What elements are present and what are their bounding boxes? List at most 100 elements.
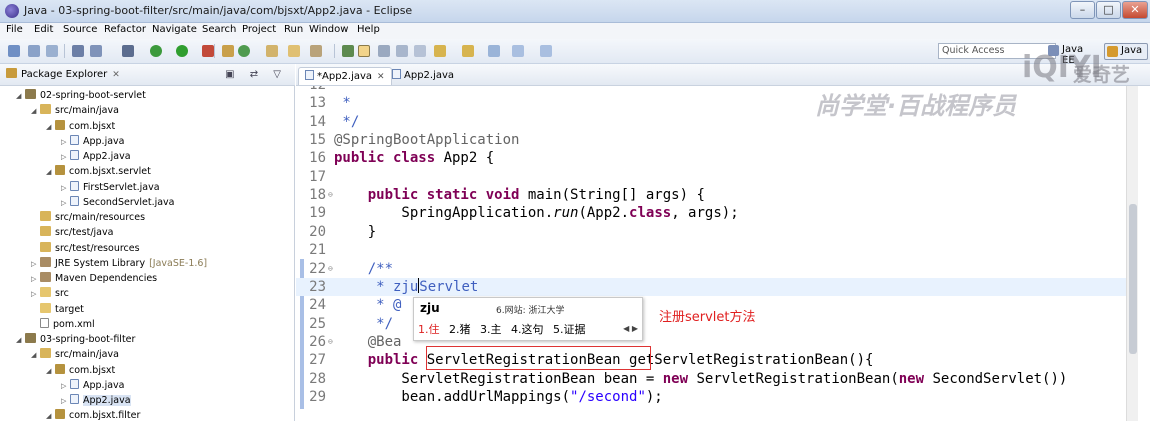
menu-window[interactable]: Window <box>309 24 348 35</box>
minimize-button[interactable]: – <box>1070 1 1095 19</box>
expanded-arrow-icon[interactable]: ◢ <box>16 333 25 348</box>
menu-project[interactable]: Project <box>242 24 276 35</box>
open-type-icon[interactable] <box>266 45 278 57</box>
ime-page-arrows-icon[interactable]: ◀ ▶ <box>623 324 638 333</box>
menu-help[interactable]: Help <box>357 24 380 35</box>
expanded-arrow-icon[interactable]: ◢ <box>46 409 55 421</box>
tree-item[interactable]: ▷ App.java <box>61 134 124 149</box>
tree-item[interactable]: ◢ com.bjsxt.filter <box>46 408 140 421</box>
tree-item[interactable]: ◢ src/main/java <box>31 103 119 118</box>
menu-source[interactable]: Source <box>63 24 97 35</box>
tree-item[interactable]: ▷ JRE System Library [JavaSE-1.6] <box>31 256 207 271</box>
tree-item[interactable]: ◢ com.bjsxt.servlet <box>46 164 151 179</box>
code-line[interactable]: 22 ⊖ /** <box>296 260 1136 278</box>
tree-item[interactable]: ▷ App.java <box>61 378 124 393</box>
collapsed-arrow-icon[interactable]: ▷ <box>31 287 40 302</box>
expanded-arrow-icon[interactable]: ◢ <box>46 120 55 135</box>
tree-item[interactable]: target <box>31 302 84 317</box>
code-line[interactable]: 20 } <box>296 223 1136 241</box>
view-toolbar[interactable]: ▣ ⇄ ▽ <box>225 69 287 80</box>
debug-settings-icon[interactable] <box>122 45 134 57</box>
code-line[interactable]: 17 <box>296 168 1136 186</box>
code-line[interactable]: 28 ServletRegistrationBean bean = new Se… <box>296 370 1136 388</box>
expanded-arrow-icon[interactable]: ◢ <box>31 348 40 363</box>
new-java-project-icon[interactable] <box>222 45 234 57</box>
tree-item[interactable]: src/test/resources <box>31 241 140 256</box>
tree-item[interactable]: ▷ SecondServlet.java <box>61 195 175 210</box>
new-icon[interactable] <box>8 45 20 57</box>
collapsed-arrow-icon[interactable]: ▷ <box>61 379 70 394</box>
tree-item[interactable]: src/test/java <box>31 225 113 240</box>
next-annotation-icon[interactable] <box>434 45 446 57</box>
new-class-icon[interactable] <box>238 45 250 57</box>
code-line[interactable]: 27 public ServletRegistrationBean getSer… <box>296 351 1136 369</box>
tab-app2-java[interactable]: App2.java <box>386 67 460 85</box>
code-line[interactable]: 15 @SpringBootApplication <box>296 131 1136 149</box>
menu-file[interactable]: File <box>6 24 23 35</box>
tree-item[interactable]: ▷ Maven Dependencies <box>31 271 157 286</box>
close-button[interactable]: ✕ <box>1122 1 1148 19</box>
code-line[interactable]: 23 * zjuServlet <box>296 277 1136 297</box>
ime-candidate[interactable]: 5.证据 <box>553 323 586 336</box>
collapsed-arrow-icon[interactable]: ▷ <box>61 181 70 196</box>
tree-item[interactable]: ◢ 02-spring-boot-servlet <box>16 88 146 103</box>
mark-occurrences-icon[interactable] <box>358 45 370 57</box>
block-selection-icon[interactable] <box>378 45 390 57</box>
save-icon[interactable] <box>28 45 40 57</box>
tree-item[interactable]: ◢ 03-spring-boot-filter <box>16 332 135 347</box>
save-all-icon[interactable] <box>46 45 58 57</box>
code-line[interactable]: 16 public class App2 { <box>296 149 1136 167</box>
tree-item[interactable]: pom.xml <box>31 317 95 332</box>
collapsed-arrow-icon[interactable]: ▷ <box>31 272 40 287</box>
tree-item[interactable]: ▷ src <box>31 286 69 301</box>
code-line[interactable]: 18 ⊖ public static void main(String[] arg… <box>296 186 1136 204</box>
tree-item[interactable]: src/main/resources <box>31 210 145 225</box>
collapsed-arrow-icon[interactable]: ▷ <box>61 394 70 409</box>
collapsed-arrow-icon[interactable]: ▷ <box>61 135 70 150</box>
previous-annotation-icon[interactable] <box>462 45 474 57</box>
pilcrow-icon[interactable] <box>414 45 426 57</box>
code-line[interactable]: 21 <box>296 241 1136 259</box>
collapsed-arrow-icon[interactable]: ▷ <box>61 196 70 211</box>
run-icon[interactable] <box>176 45 188 57</box>
ime-candidate[interactable]: 3.主 <box>480 323 502 336</box>
close-tab-icon[interactable]: ✕ <box>377 72 385 82</box>
menu-edit[interactable]: Edit <box>34 24 53 35</box>
code-line[interactable]: 19 SpringApplication.run(App2.class, arg… <box>296 204 1136 222</box>
expanded-arrow-icon[interactable]: ◢ <box>46 364 55 379</box>
tab-app2-java-dirty[interactable]: *App2.java ✕ <box>298 67 392 85</box>
vertical-scrollbar[interactable] <box>1126 86 1138 421</box>
collapsed-arrow-icon[interactable]: ▷ <box>61 150 70 165</box>
close-view-icon[interactable]: ✕ <box>112 70 120 80</box>
ime-candidate[interactable]: 1.住 <box>418 323 440 336</box>
package-explorer-tab[interactable]: Package Explorer ✕ <box>6 68 120 80</box>
show-whitespace-icon[interactable] <box>396 45 408 57</box>
expanded-arrow-icon[interactable]: ◢ <box>46 165 55 180</box>
last-edit-icon[interactable] <box>488 45 500 57</box>
tree-item[interactable]: ▷ App2.java <box>61 149 131 164</box>
tree-item[interactable]: ▷ FirstServlet.java <box>61 180 160 195</box>
tree-item[interactable]: ◢ src/main/java <box>31 347 119 362</box>
annotation-icon[interactable] <box>342 45 354 57</box>
fold-toggle-icon[interactable]: ⊖ <box>328 333 333 351</box>
fold-toggle-icon[interactable]: ⊖ <box>328 186 333 204</box>
back-icon[interactable] <box>512 45 524 57</box>
open-folder-icon[interactable] <box>288 45 300 57</box>
expanded-arrow-icon[interactable]: ◢ <box>31 104 40 119</box>
tree-item[interactable]: ◢ com.bjsxt <box>46 119 115 134</box>
expanded-arrow-icon[interactable]: ◢ <box>16 89 25 104</box>
ime-suggestion-hint[interactable]: 6.网站: 浙江大学 <box>496 303 564 316</box>
collapsed-arrow-icon[interactable]: ▷ <box>31 257 40 272</box>
toggle-icon[interactable] <box>90 45 102 57</box>
scrollbar-thumb[interactable] <box>1129 204 1137 354</box>
menu-navigate[interactable]: Navigate <box>152 24 197 35</box>
tree-item[interactable]: ▷ App2.java <box>61 393 131 408</box>
search-icon[interactable] <box>310 45 322 57</box>
code-line[interactable]: 29 bean.addUrlMappings("/second"); <box>296 388 1136 406</box>
debug-icon[interactable] <box>150 45 162 57</box>
ime-candidate[interactable]: 4.这句 <box>511 323 544 336</box>
fold-toggle-icon[interactable]: ⊖ <box>328 260 333 278</box>
external-tools-icon[interactable] <box>202 45 214 57</box>
menu-refactor[interactable]: Refactor <box>104 24 146 35</box>
ime-candidate[interactable]: 2.猪 <box>449 323 471 336</box>
